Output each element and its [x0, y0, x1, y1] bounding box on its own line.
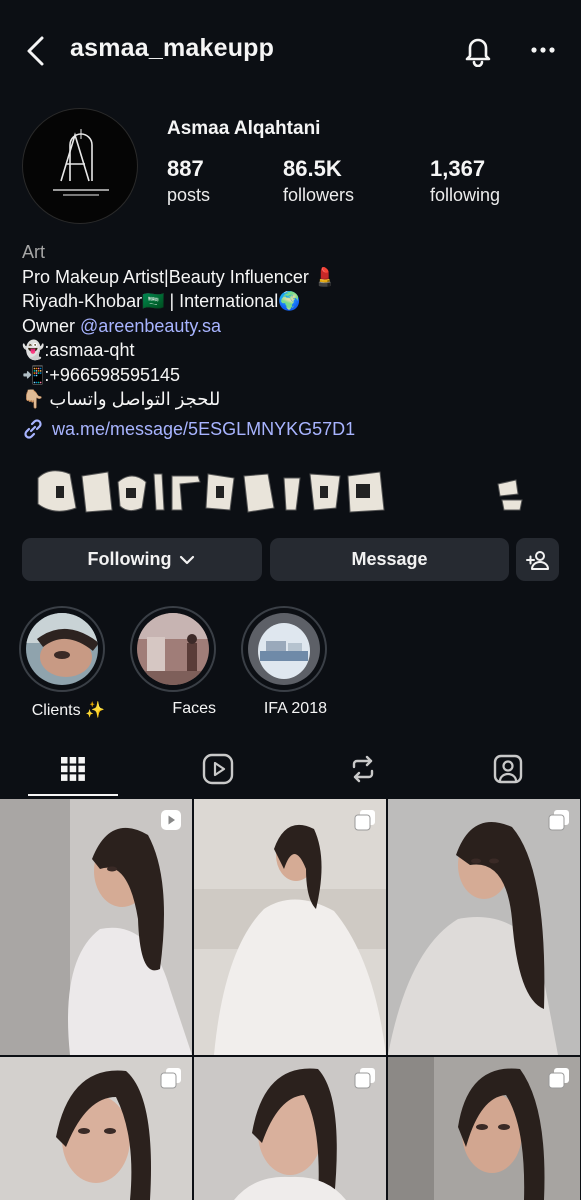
tab-reels[interactable] [145, 740, 290, 798]
bio-line: 📲:+966598595145 [22, 364, 181, 385]
bio-owner-line: Owner @areenbeauty.sa [22, 314, 562, 339]
back-icon[interactable] [22, 34, 52, 68]
grid-post[interactable] [194, 799, 386, 1055]
bio-line: Pro Makeup Artist|Beauty Influencer 💄 [22, 266, 337, 287]
stat-following-label: following [430, 185, 501, 205]
add-user-button[interactable] [516, 538, 559, 581]
bio-line: 👻:asmaa-qht [22, 340, 135, 360]
highlight-cover-image [26, 613, 98, 685]
grid-post[interactable] [0, 799, 192, 1055]
link-icon [24, 419, 42, 439]
stat-followers-value: 86.5K [283, 156, 342, 181]
highlight-ring [241, 606, 327, 692]
carousel-icon [354, 1068, 375, 1089]
stat-posts-value: 887 [167, 156, 204, 181]
bio: Art Pro Makeup Artist|Beauty Influencer … [22, 240, 562, 412]
grid-post[interactable] [388, 1057, 580, 1200]
bell-icon[interactable] [462, 33, 494, 68]
grid-post[interactable] [0, 1057, 192, 1200]
highlight-label: Clients ✨ [31, 702, 105, 719]
reels-icon [202, 753, 233, 785]
carousel-icon [160, 1068, 181, 1089]
tab-tagged[interactable] [435, 740, 580, 798]
stat-following-value: 1,367 [430, 156, 486, 181]
bio-line: 👇🏼 للحجز التواصل واتساب [22, 389, 221, 409]
tab-posts-grid[interactable] [0, 740, 145, 798]
highlight-ifa-2018[interactable]: IFA 2018 [241, 606, 327, 718]
carousel-icon [548, 1068, 569, 1089]
highlight-ring [19, 606, 105, 692]
grid-post[interactable] [194, 1057, 386, 1200]
decorative-sticker-band [30, 462, 540, 520]
highlight-label: IFA 2018 [263, 700, 327, 717]
message-button[interactable]: Message [270, 538, 509, 581]
post-image [388, 799, 580, 1055]
highlight-clients[interactable]: Clients ✨ [19, 606, 105, 720]
bio-owner-prefix: Owner [22, 315, 81, 336]
add-user-icon [525, 550, 549, 570]
profile-username: asmaa_makeupp [70, 34, 275, 62]
stat-posts[interactable]: 887 posts [167, 156, 210, 206]
grid-icon [60, 757, 85, 781]
stat-followers-label: followers [283, 185, 355, 205]
post-image [0, 799, 192, 1055]
highlight-label: Faces [172, 700, 216, 717]
top-bar: asmaa_makeupp [0, 0, 581, 100]
following-button-label: Following [87, 549, 172, 569]
active-tab-indicator [28, 794, 118, 796]
stat-following[interactable]: 1,367 following [430, 156, 500, 206]
message-button-label: Message [351, 549, 428, 569]
website-link-text: wa.me/message/5ESGLMNYKG57D1 [52, 418, 356, 439]
avatar[interactable] [22, 108, 138, 224]
highlight-cover-image [137, 613, 209, 685]
mention-link[interactable]: @areenbeauty.sa [80, 316, 221, 336]
post-image [194, 799, 386, 1055]
reel-icon [161, 810, 181, 830]
tagged-icon [493, 754, 522, 784]
grid-post[interactable] [388, 799, 580, 1055]
highlight-ring [130, 606, 216, 692]
following-button[interactable]: Following [22, 538, 262, 581]
profile-tabs [0, 740, 581, 798]
reposts-icon [352, 755, 373, 783]
highlight-cover-image [248, 613, 320, 685]
tab-reposts[interactable] [290, 740, 435, 798]
stat-followers[interactable]: 86.5K followers [283, 156, 354, 206]
carousel-icon [548, 810, 569, 831]
more-horizontal-icon[interactable] [528, 38, 558, 62]
stat-posts-label: posts [167, 185, 211, 205]
chevron-down-icon [180, 555, 195, 564]
bio-line: Riyadh-Khobar🇸🇦 | International🌍 [22, 291, 301, 311]
bio-category: Art [22, 242, 46, 262]
highlight-faces[interactable]: Faces [130, 606, 216, 718]
website-link[interactable]: wa.me/message/5ESGLMNYKG57D1 [22, 418, 355, 440]
carousel-icon [354, 810, 375, 831]
profile-full-name: Asmaa Alqahtani [167, 118, 321, 139]
